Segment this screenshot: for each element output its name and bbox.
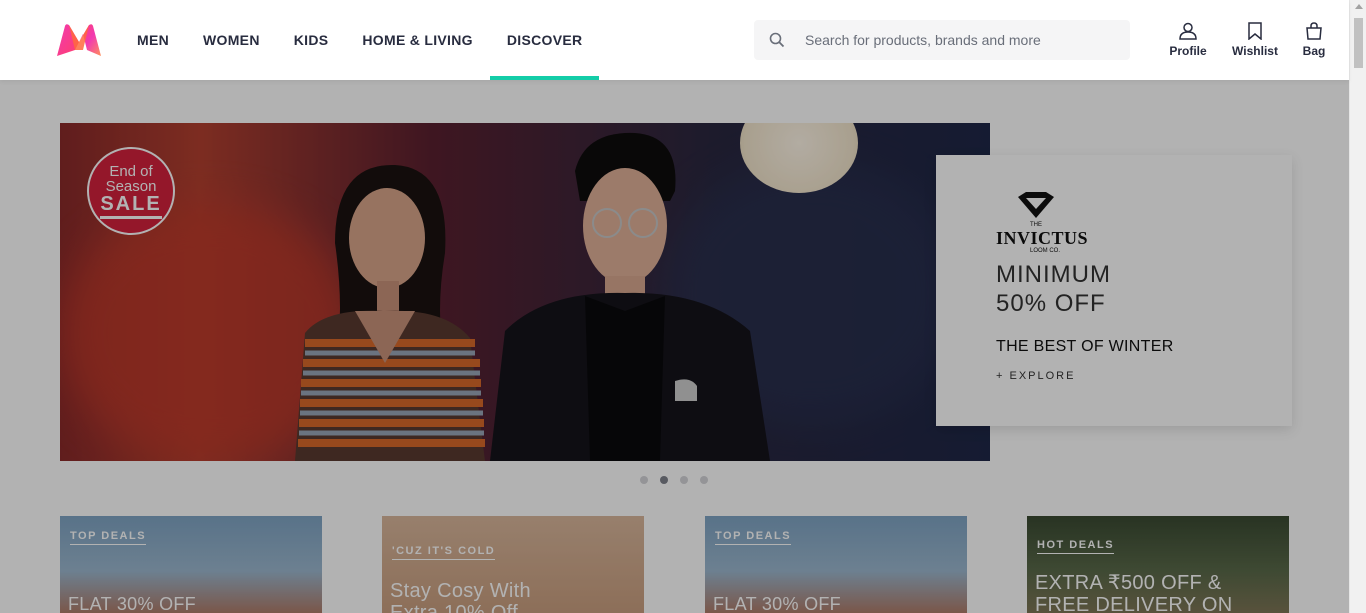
nav-item-kids[interactable]: KIDS xyxy=(277,0,346,80)
badge-line2: Season xyxy=(105,177,157,195)
carousel-dot[interactable] xyxy=(680,476,688,484)
tile-tag: 'CUZ IT'S COLD xyxy=(392,545,496,560)
tile-title: EXTRA ₹500 OFF & FREE DELIVERY ON xyxy=(1035,572,1233,613)
bag-icon xyxy=(1306,22,1322,40)
deal-tile-2[interactable]: 'CUZ IT'S COLD Stay Cosy With Extra 10% … xyxy=(382,516,644,613)
tile-tag: TOP DEALS xyxy=(715,530,792,545)
profile-label: Profile xyxy=(1169,44,1207,58)
model-woman-image xyxy=(295,164,485,461)
carousel-dot[interactable] xyxy=(640,476,648,484)
tile-title: FLAT 30% OFF xyxy=(68,594,196,613)
wishlist-icon xyxy=(1248,22,1262,40)
top-header: MEN WOMEN KIDS HOME & LIVING DISCOVER Pr… xyxy=(0,0,1349,80)
deal-tile-4[interactable]: HOT DEALS EXTRA ₹500 OFF & FREE DELIVERY… xyxy=(1027,516,1289,613)
carousel-dot-active[interactable] xyxy=(660,476,668,484)
badge-line1: End of xyxy=(109,162,153,180)
scroll-up-arrow-icon[interactable] xyxy=(1355,4,1363,9)
brand-logo-icon xyxy=(1018,192,1054,218)
promo-card[interactable]: THE Invictus LOOM CO. MINIMUM 50% OFF TH… xyxy=(936,155,1292,426)
promo-subtitle: THE BEST OF WINTER xyxy=(996,338,1174,355)
header-actions: Profile Wishlist Bag xyxy=(1160,22,1334,58)
hero-banner[interactable]: End of Season SALE xyxy=(60,123,990,461)
explore-link[interactable]: + EXPLORE xyxy=(996,370,1292,382)
nav-item-women[interactable]: WOMEN xyxy=(186,0,277,80)
profile-icon xyxy=(1179,22,1197,40)
tile-tag: HOT DEALS xyxy=(1037,539,1115,554)
badge-line3: SALE xyxy=(100,194,162,219)
model-man-image xyxy=(490,132,770,461)
tile-tag: TOP DEALS xyxy=(70,530,147,545)
carousel-dot[interactable] xyxy=(700,476,708,484)
deal-tile-3[interactable]: TOP DEALS FLAT 30% OFF xyxy=(705,516,967,613)
nav-item-discover[interactable]: DISCOVER xyxy=(489,0,600,80)
bag-label: Bag xyxy=(1302,44,1326,58)
profile-button[interactable]: Profile xyxy=(1160,22,1216,58)
brand-name: Invictus xyxy=(996,228,1089,248)
promo-line2: 50% OFF xyxy=(996,290,1106,317)
search-icon[interactable] xyxy=(755,32,799,48)
bag-button[interactable]: Bag xyxy=(1294,22,1334,58)
page-scrollbar[interactable] xyxy=(1349,0,1366,613)
myntra-logo-icon[interactable] xyxy=(55,22,103,58)
search-input[interactable] xyxy=(805,32,1105,48)
nav-item-men[interactable]: MEN xyxy=(120,0,186,80)
scroll-thumb[interactable] xyxy=(1354,18,1363,68)
search-bar[interactable] xyxy=(754,20,1130,60)
tile-title: FLAT 30% OFF xyxy=(713,594,841,613)
sale-badge: End of Season SALE xyxy=(87,147,175,235)
nav-item-home-living[interactable]: HOME & LIVING xyxy=(345,0,489,80)
wishlist-button[interactable]: Wishlist xyxy=(1224,22,1286,58)
deal-tile-1[interactable]: TOP DEALS FLAT 30% OFF xyxy=(60,516,322,613)
promo-line1: MINIMUM xyxy=(996,261,1111,288)
main-nav: MEN WOMEN KIDS HOME & LIVING DISCOVER xyxy=(120,0,599,80)
tile-title: Stay Cosy With Extra 10% Off xyxy=(390,580,531,613)
wishlist-label: Wishlist xyxy=(1232,44,1278,58)
carousel-dots xyxy=(640,476,708,484)
main-content: End of Season SALE TOP DEALS FLAT 30% OF… xyxy=(0,80,1349,613)
